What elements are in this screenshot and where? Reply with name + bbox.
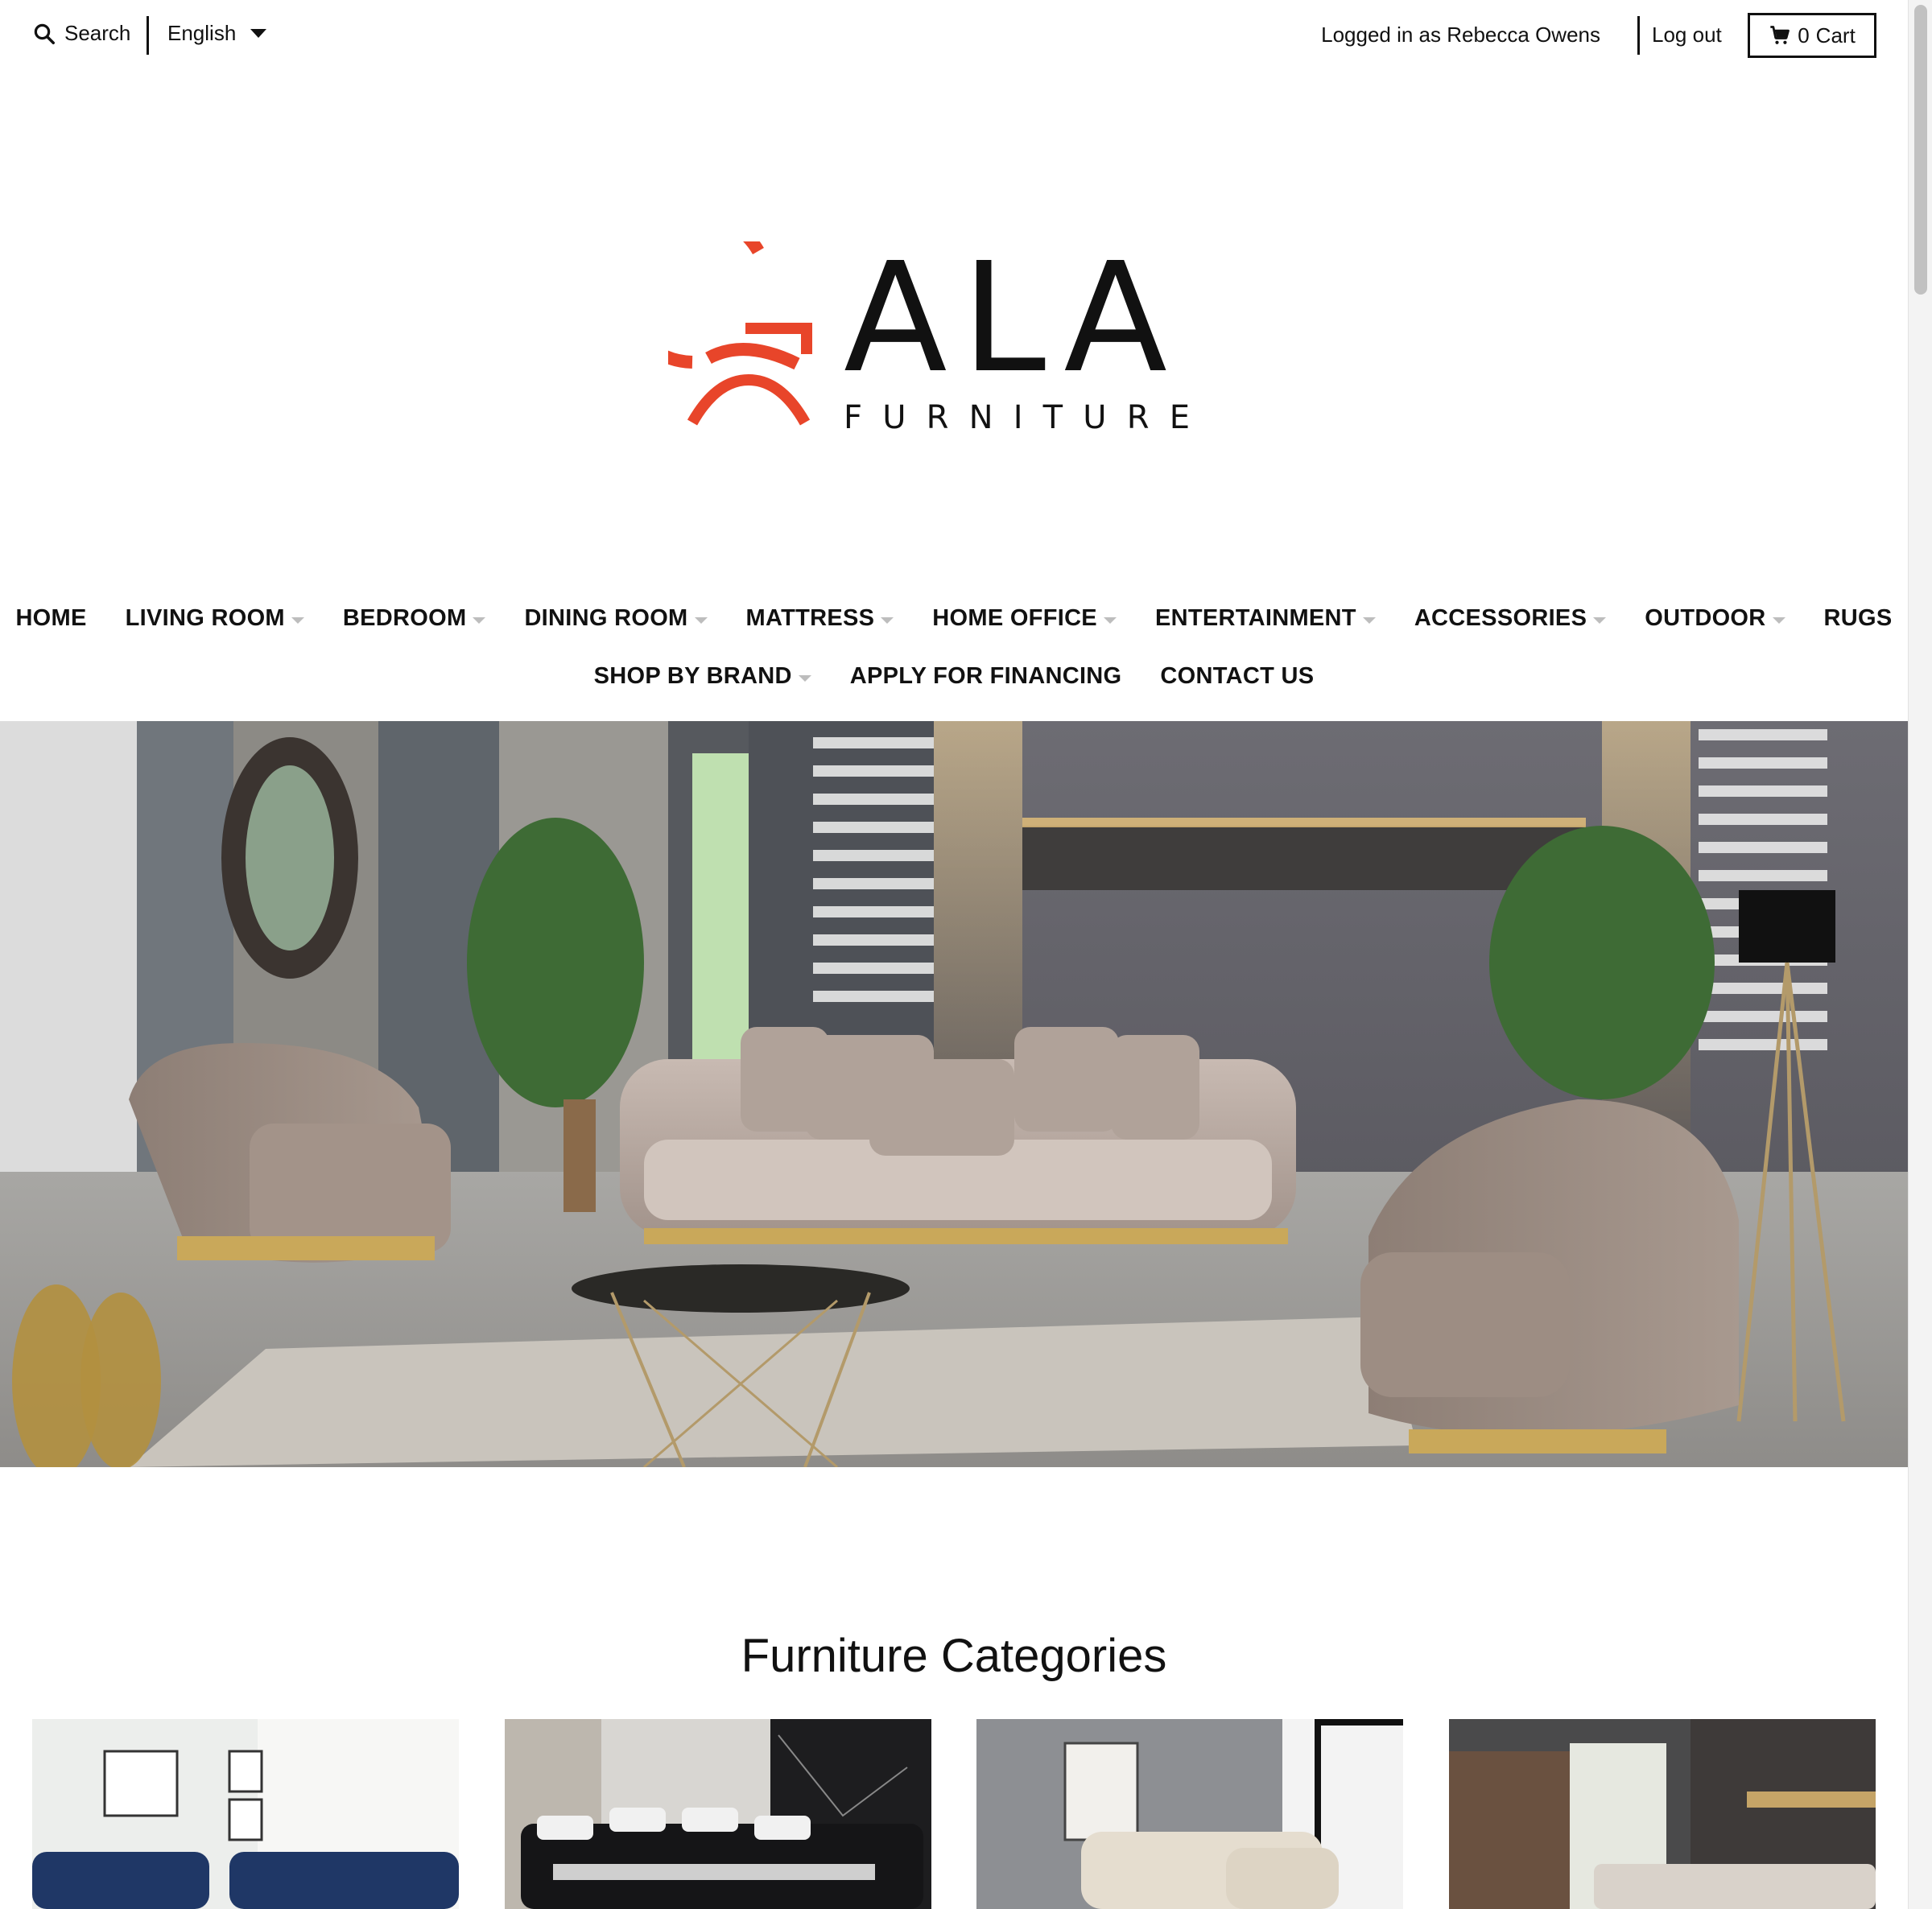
nav-item-rugs[interactable]: RUGS [1824, 605, 1893, 632]
nav-item-label: ACCESSORIES [1414, 605, 1587, 631]
dropdown-caret-icon [1593, 616, 1607, 624]
logout-link[interactable]: Log out [1652, 23, 1722, 47]
category-card-living-room[interactable] [32, 1719, 459, 1909]
dropdown-caret-icon [473, 616, 486, 624]
nav-item-home-office[interactable]: HOME OFFICE [932, 605, 1117, 632]
cart-count: 0 [1798, 23, 1810, 47]
cart-icon [1770, 26, 1790, 44]
dropdown-caret-icon [881, 616, 894, 624]
hero-banner-image[interactable] [0, 721, 1908, 1467]
nav-item-apply-for-financing[interactable]: APPLY FOR FINANCING [850, 663, 1122, 690]
logo-chair-mark [613, 208, 812, 426]
nav-item-outdoor[interactable]: OUTDOOR [1645, 605, 1785, 632]
nav-item-contact-us[interactable]: CONTACT US [1160, 663, 1314, 690]
nav-item-label: DINING ROOM [524, 605, 688, 631]
nav-row-secondary: SHOP BY BRAND APPLY FOR FINANCING CONTAC… [0, 663, 1908, 690]
cart-button[interactable]: 0 Cart [1748, 13, 1876, 58]
nav-item-label: HOME OFFICE [932, 605, 1097, 631]
nav-item-living-room[interactable]: LIVING ROOM [126, 605, 304, 632]
nav-item-label: MATTRESS [745, 605, 875, 631]
nav-item-shop-by-brand[interactable]: SHOP BY BRAND [594, 663, 811, 690]
nav-item-bedroom[interactable]: BEDROOM [343, 605, 486, 632]
nav-item-label: ENTERTAINMENT [1154, 605, 1356, 631]
dropdown-caret-icon [291, 616, 304, 624]
nav-item-label: SHOP BY BRAND [593, 663, 792, 689]
nav-row-primary: HOME LIVING ROOM BEDROOM DINING ROOM MAT… [0, 605, 1908, 632]
dropdown-caret-icon [694, 616, 708, 624]
section-title-categories: Furniture Categories [741, 1630, 1167, 1682]
logged-in-status: Logged in as Rebecca Owens [1321, 23, 1600, 47]
page-scrollbar[interactable] [1908, 0, 1932, 1909]
nav-item-label: BEDROOM [342, 605, 467, 631]
scrollbar-thumb[interactable] [1914, 5, 1927, 295]
nav-item-dining-room[interactable]: DINING ROOM [524, 605, 708, 632]
language-selector[interactable]: English [167, 21, 267, 46]
nav-item-label: LIVING ROOM [125, 605, 285, 631]
search-label: Search [64, 21, 131, 45]
search-icon [34, 23, 55, 44]
divider [147, 16, 149, 55]
nav-item-label: OUTDOOR [1645, 605, 1766, 631]
nav-item-label: APPLY FOR FINANCING [849, 663, 1122, 689]
search-button[interactable]: Search [32, 21, 130, 46]
nav-item-entertainment[interactable]: ENTERTAINMENT [1155, 605, 1376, 632]
category-card-sectionals[interactable] [505, 1719, 931, 1909]
divider [1637, 16, 1640, 55]
nav-item-label: CONTACT US [1160, 663, 1315, 689]
logo-wordmark: ALA [844, 241, 1190, 406]
cart-label: Cart [1815, 23, 1856, 47]
nav-item-accessories[interactable]: ACCESSORIES [1414, 605, 1607, 632]
logo-subline: FURNITURE [844, 399, 1190, 435]
top-utility-bar: Search English Logged in as Rebecca Owen… [0, 0, 1908, 71]
nav-item-label: HOME [15, 605, 87, 631]
gala-furniture-logo[interactable]: ALA FURNITURE [613, 208, 1191, 436]
dropdown-caret-icon [1772, 616, 1785, 624]
dropdown-caret-icon [1362, 616, 1376, 624]
nav-item-label: RUGS [1823, 605, 1893, 631]
nav-item-home[interactable]: HOME [15, 605, 86, 632]
chevron-down-icon [250, 29, 267, 38]
dropdown-caret-icon [1103, 616, 1117, 624]
nav-item-mattress[interactable]: MATTRESS [746, 605, 894, 632]
dropdown-caret-icon [798, 674, 811, 682]
category-card-recliners[interactable] [976, 1719, 1403, 1909]
language-label: English [167, 21, 237, 45]
category-card-bedroom[interactable] [1449, 1719, 1876, 1909]
